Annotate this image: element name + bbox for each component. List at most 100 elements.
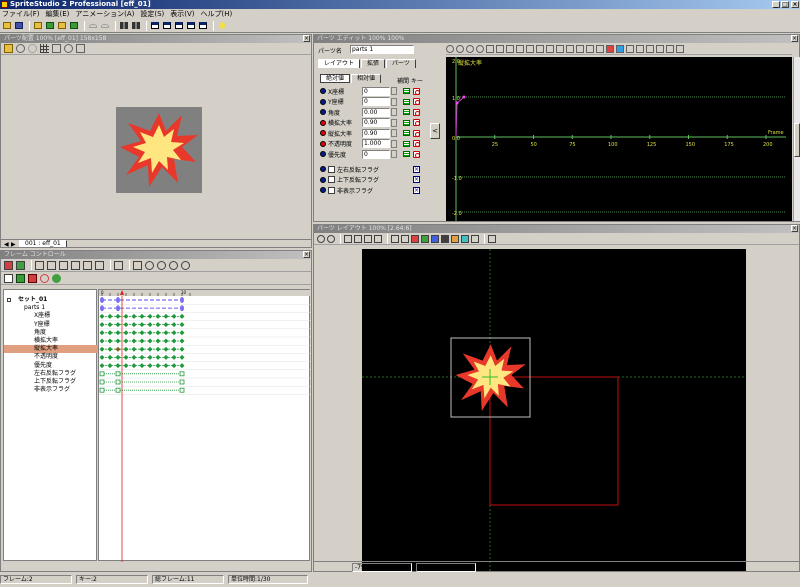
- interpolation-icon[interactable]: [403, 109, 410, 115]
- key-state-icon[interactable]: [320, 176, 326, 183]
- minimize-button[interactable]: _: [772, 1, 780, 8]
- keyframe-marker[interactable]: [147, 346, 153, 352]
- add-key-icon[interactable]: [16, 273, 25, 283]
- keyframe-marker[interactable]: [131, 330, 137, 336]
- keyframe-marker[interactable]: [171, 354, 177, 360]
- rotate-icon[interactable]: [354, 234, 362, 243]
- tab-extension[interactable]: 拡張: [361, 59, 386, 68]
- menu-file[interactable]: ファイル(F): [2, 9, 40, 19]
- keyframe-marker[interactable]: [123, 354, 129, 360]
- track-label[interactable]: 上下反転フラグ: [4, 378, 99, 386]
- zoom-out-icon[interactable]: [456, 45, 464, 53]
- keyframe-marker[interactable]: [163, 330, 169, 336]
- keyframe-marker[interactable]: [163, 313, 169, 319]
- property-value-input[interactable]: 0.00: [362, 107, 390, 117]
- keyframe-marker[interactable]: [115, 371, 121, 377]
- grid-icon[interactable]: [391, 234, 399, 243]
- key-state-icon[interactable]: [320, 187, 326, 193]
- tab-absolute[interactable]: 絶対値: [320, 74, 351, 83]
- keyframe-marker[interactable]: [155, 346, 161, 352]
- next-frame-icon[interactable]: [83, 260, 92, 270]
- key-state-icon[interactable]: [320, 130, 326, 136]
- tab-layout[interactable]: レイアウト: [318, 59, 361, 68]
- zoom-fit-icon[interactable]: [169, 260, 178, 270]
- keyframe-marker[interactable]: [163, 322, 169, 328]
- keyframe-marker[interactable]: [99, 371, 105, 377]
- property-value-input[interactable]: 0.90: [362, 128, 390, 138]
- save-icon[interactable]: [14, 21, 24, 31]
- new-key-icon[interactable]: [4, 273, 13, 283]
- prev-frame-icon[interactable]: [47, 260, 56, 270]
- color-3-icon[interactable]: [431, 234, 439, 243]
- menu-view[interactable]: 表示(V): [170, 9, 194, 19]
- flag-key-button[interactable]: ×: [413, 176, 420, 183]
- track-label[interactable]: セット_01: [4, 296, 99, 304]
- track-label[interactable]: X座標: [4, 312, 99, 320]
- flag-checkbox[interactable]: [328, 186, 335, 194]
- step-icon[interactable]: [576, 45, 584, 53]
- tab-parts[interactable]: パーツ: [386, 59, 416, 68]
- pin-icon[interactable]: [488, 234, 496, 243]
- zoom-in-icon[interactable]: [16, 44, 25, 53]
- color-5-icon[interactable]: [451, 234, 459, 243]
- spin-button[interactable]: [391, 108, 397, 116]
- flip-horizontal-icon[interactable]: [119, 21, 129, 31]
- property-value-input[interactable]: 1.000: [362, 139, 390, 148]
- color-icon[interactable]: [606, 45, 614, 53]
- spin-button[interactable]: [391, 150, 397, 158]
- interpolation-icon[interactable]: [403, 88, 410, 94]
- key-state-icon[interactable]: [320, 151, 326, 157]
- save-project-icon[interactable]: [45, 21, 55, 31]
- keyframe-marker[interactable]: [171, 322, 177, 328]
- curve-graph[interactable]: 2.0 1.0 0.0 -1.0 -2.0 25 50 75 100 125 150 175 200 Fr…: [446, 57, 792, 221]
- zoom-out-icon[interactable]: [28, 44, 37, 53]
- delete-key-icon[interactable]: [28, 273, 37, 283]
- cut-icon[interactable]: [496, 45, 504, 53]
- key-state-icon[interactable]: [320, 88, 326, 94]
- zoom-reset-icon[interactable]: [181, 260, 190, 270]
- part-name-input[interactable]: parts 1: [350, 45, 414, 54]
- maximize-button[interactable]: □: [781, 1, 789, 8]
- key-option-icon[interactable]: [52, 273, 61, 283]
- open-image-icon[interactable]: [4, 44, 13, 53]
- keyframe-marker[interactable]: [131, 322, 137, 328]
- graph-scroll-thumb[interactable]: [794, 123, 800, 157]
- keyframe-marker[interactable]: [179, 379, 185, 385]
- key-state-icon[interactable]: [320, 119, 326, 126]
- keyframe-marker[interactable]: [179, 338, 185, 344]
- menu-animation[interactable]: アニメーション(A): [75, 9, 134, 19]
- set-key-button[interactable]: [413, 129, 420, 137]
- keyframe-marker[interactable]: [115, 338, 121, 344]
- keyframe-marker[interactable]: [171, 338, 177, 344]
- keyframe-marker[interactable]: [115, 363, 121, 369]
- help-icon[interactable]: [217, 21, 227, 31]
- keyframe-marker[interactable]: [123, 313, 129, 319]
- tab-scroll-left-icon[interactable]: ◀: [4, 241, 9, 248]
- keyframe-marker[interactable]: [99, 313, 105, 319]
- redo-icon[interactable]: [100, 21, 110, 31]
- keyframe-marker[interactable]: [139, 330, 145, 336]
- keyframe-marker[interactable]: [171, 313, 177, 319]
- close-button[interactable]: ×: [791, 1, 799, 8]
- window-1-icon[interactable]: [150, 21, 160, 31]
- interpolation-icon[interactable]: [403, 119, 410, 126]
- close-icon[interactable]: ×: [303, 35, 310, 42]
- keyframe-marker[interactable]: [123, 363, 129, 369]
- keyframe-marker[interactable]: [123, 338, 129, 344]
- window-2-icon[interactable]: [162, 21, 172, 31]
- keyframe-marker[interactable]: [171, 330, 177, 336]
- set-key-button[interactable]: [413, 87, 420, 95]
- key-flat-icon[interactable]: [646, 45, 654, 53]
- keyframe-marker[interactable]: [179, 313, 185, 319]
- open-animation-icon[interactable]: [57, 21, 67, 31]
- spin-button[interactable]: [391, 118, 397, 127]
- close-icon[interactable]: ×: [791, 35, 798, 42]
- track-label[interactable]: Y座標: [4, 321, 99, 329]
- keyframe-marker[interactable]: [107, 338, 113, 344]
- select-icon[interactable]: [52, 44, 61, 53]
- property-value-input[interactable]: 0: [362, 149, 390, 159]
- keyframe-marker[interactable]: [155, 322, 161, 328]
- loop-icon[interactable]: [114, 260, 123, 270]
- save-animation-icon[interactable]: [69, 21, 79, 31]
- keyframe-marker[interactable]: [99, 363, 105, 369]
